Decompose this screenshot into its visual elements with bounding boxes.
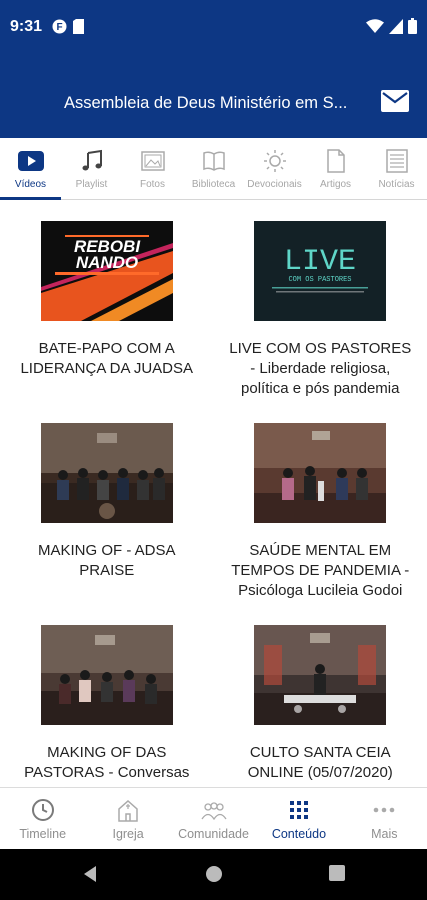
video-thumbnail (40, 625, 173, 725)
svg-text:F: F (56, 22, 62, 33)
tab-playlist[interactable]: Playlist (61, 138, 122, 199)
status-time: 9:31 (10, 18, 43, 35)
photo-icon (140, 148, 166, 174)
nav-item-church[interactable]: Igreja (85, 788, 170, 849)
video-card[interactable]: MAKING OF - ADSA PRAISE (0, 423, 214, 625)
nav-item-content[interactable]: Conteúdo (256, 788, 341, 849)
tab-videos[interactable]: Vídeos (0, 138, 61, 199)
music-note-icon (79, 148, 105, 174)
video-thumbnail (254, 423, 387, 523)
video-title: SAÚDE MENTAL EM TEMPOS DE PANDEMIA - Psi… (231, 542, 410, 599)
video-card[interactable]: SAÚDE MENTAL EM TEMPOS DE PANDEMIA - Psi… (214, 423, 427, 625)
thumb-text-line1: LIVE (284, 245, 356, 279)
thumb-text-line2: COM OS PASTORES (289, 276, 352, 284)
mail-icon (381, 90, 409, 112)
video-thumbnail (40, 423, 173, 523)
video-title: BATE-PAPO COM A LIDERANÇA DA JUADSA (20, 340, 194, 377)
video-thumbnail: LIVE COM OS PASTORES (254, 221, 387, 321)
video-title: MAKING OF DAS PASTORAS - Conversas com n… (24, 744, 190, 787)
back-icon[interactable] (82, 865, 98, 888)
bottom-navigation: Timeline Igreja Comunidade Conteúdo Mais (0, 787, 427, 849)
video-title: LIVE COM OS PASTORES - Liberdade religio… (229, 340, 412, 397)
video-title: CULTO SANTA CEIA ONLINE (05/07/2020) (247, 744, 393, 781)
status-bar: 9:31 F (0, 0, 427, 60)
video-card[interactable]: CULTO SANTA CEIA ONLINE (05/07/2020) (214, 625, 427, 787)
active-tab-indicator (0, 197, 61, 200)
video-card[interactable]: LIVE COM OS PASTORES LIVE COM OS PASTORE… (214, 221, 427, 423)
sun-icon (262, 148, 288, 174)
video-thumbnail (254, 625, 387, 725)
battery-icon (408, 18, 417, 39)
home-icon[interactable] (205, 865, 223, 888)
more-dots-icon (371, 797, 397, 823)
mail-button[interactable] (381, 90, 409, 114)
tab-devotionals[interactable]: Devocionais (244, 138, 305, 199)
tab-photos[interactable]: Fotos (122, 138, 183, 199)
video-title: MAKING OF - ADSA PRAISE (37, 542, 176, 579)
system-navigation-bar (0, 849, 427, 900)
video-list[interactable]: REBOBI NANDO BATE-PAPO COM A LIDERANÇA D… (0, 201, 427, 787)
tab-library[interactable]: Biblioteca (183, 138, 244, 199)
newspaper-icon (384, 148, 410, 174)
document-icon (323, 148, 349, 174)
page-title: Assembleia de Deus Ministério em S... (64, 94, 348, 112)
nav-item-more[interactable]: Mais (342, 788, 427, 849)
nav-item-community[interactable]: Comunidade (171, 788, 256, 849)
recents-icon[interactable] (329, 865, 345, 886)
book-icon (201, 148, 227, 174)
thumb-text-line2: NANDO (76, 253, 138, 272)
nav-item-timeline[interactable]: Timeline (0, 788, 85, 849)
content-tabs: Vídeos Playlist Fotos Biblioteca Devocio… (0, 138, 427, 200)
video-card[interactable]: MAKING OF DAS PASTORAS - Conversas com n… (0, 625, 214, 787)
video-thumbnail: REBOBI NANDO (40, 221, 173, 321)
church-icon (115, 797, 141, 823)
clock-icon (30, 797, 56, 823)
sim-card-icon (73, 19, 84, 39)
grid-icon (286, 797, 312, 823)
tab-news[interactable]: Notícias (366, 138, 427, 199)
tab-articles[interactable]: Artigos (305, 138, 366, 199)
wifi-icon (366, 18, 384, 39)
signal-icon (389, 18, 403, 39)
video-icon (17, 148, 44, 174)
video-card[interactable]: REBOBI NANDO BATE-PAPO COM A LIDERANÇA D… (0, 221, 214, 423)
app-notification-icon: F (52, 19, 67, 39)
app-bar: Assembleia de Deus Ministério em S... (0, 60, 427, 138)
community-icon (200, 797, 227, 823)
